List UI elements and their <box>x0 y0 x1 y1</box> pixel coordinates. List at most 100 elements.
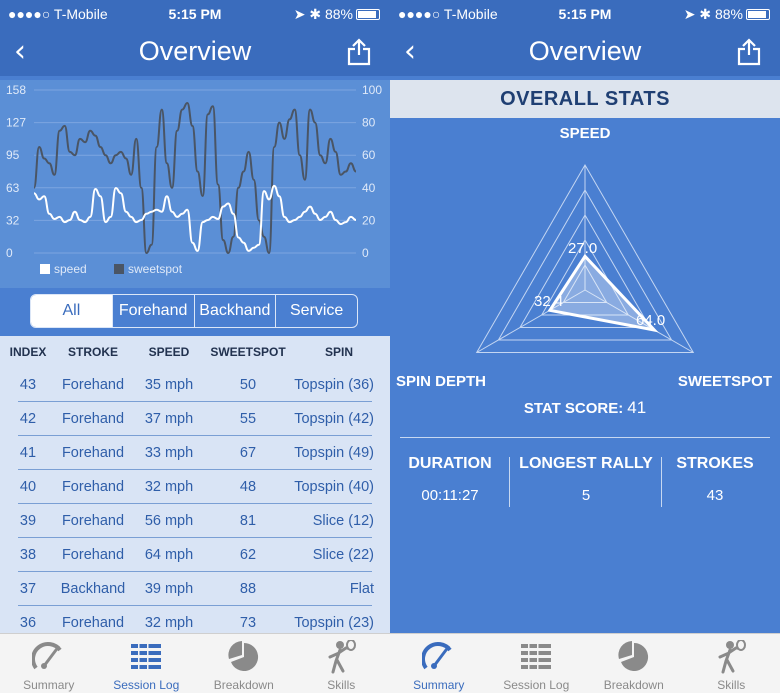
table-row[interactable]: 39 Forehand 56 mph 81 Slice (12) <box>0 504 390 538</box>
legend-swatch-speed <box>40 264 50 274</box>
battery-status: ➤ ✱ 88% <box>294 6 380 23</box>
tab-breakdown[interactable]: Breakdown <box>585 634 683 693</box>
cell-stroke: Forehand <box>61 411 125 427</box>
filter-service[interactable]: Service <box>276 295 357 327</box>
cell-sweetspot: 73 <box>239 615 257 631</box>
cell-speed: 64 mph <box>144 547 194 563</box>
cell-index: 41 <box>19 445 37 461</box>
column-header-index: INDEX <box>9 345 47 359</box>
filter-forehand[interactable]: Forehand <box>113 295 195 327</box>
cell-spin: Topspin (49) <box>294 445 374 461</box>
pie-chart-icon <box>195 640 293 674</box>
tab-label: Skills <box>327 678 356 692</box>
radar-value-spin-depth: 32.4 <box>534 293 564 310</box>
table-row[interactable]: 38 Forehand 64 mph 62 Slice (22) <box>0 538 390 572</box>
filter-all[interactable]: All <box>31 295 113 327</box>
cell-index: 36 <box>19 615 37 631</box>
column-header-stroke: STROKE <box>67 345 118 359</box>
y-left-tick: 32 <box>6 213 20 227</box>
tab-bar: Summary Session Log Breakdown Skills <box>0 633 390 693</box>
y-left-tick: 127 <box>6 116 26 130</box>
cell-sweetspot: 55 <box>239 411 257 427</box>
tab-label: Skills <box>717 678 746 692</box>
cell-speed: 32 mph <box>144 615 194 631</box>
filter-backhand[interactable]: Backhand <box>195 295 277 327</box>
tab-label: Session Log <box>503 678 570 692</box>
longest-rally-label: LONGEST RALLY <box>519 455 653 472</box>
nav-bar: ‹ Overview <box>390 28 780 76</box>
table-row[interactable]: 37 Backhand 39 mph 88 Flat <box>0 572 390 606</box>
tab-summary[interactable]: Summary <box>0 634 98 693</box>
y-right-tick: 80 <box>362 116 376 130</box>
session-log-screen: ●●●●○ T-Mobile 5:15 PM ➤ ✱ 88% ‹ Overvie… <box>0 0 390 693</box>
series-line-sweetspot <box>33 101 357 255</box>
y-right-tick: 60 <box>362 148 376 162</box>
cell-spin: Flat <box>349 581 374 597</box>
page-title: Overview <box>528 36 642 66</box>
table-row[interactable]: 40 Forehand 32 mph 48 Topspin (40) <box>0 470 390 504</box>
table-row[interactable]: 42 Forehand 37 mph 55 Topspin (42) <box>0 402 390 436</box>
tab-breakdown[interactable]: Breakdown <box>195 634 293 693</box>
cell-spin: Topspin (23) <box>294 615 374 631</box>
cell-speed: 39 mph <box>144 581 194 597</box>
strokes-label: STROKES <box>676 455 754 472</box>
table-row[interactable]: 36 Forehand 32 mph 73 Topspin (23) <box>0 606 390 633</box>
table-row[interactable]: 41 Forehand 33 mph 67 Topspin (49) <box>0 436 390 470</box>
session-summary: DURATION 00:11:27 LONGEST RALLY 5 STROKE… <box>390 455 780 515</box>
cell-stroke: Forehand <box>61 513 125 529</box>
series-line-speed <box>33 184 357 252</box>
cell-stroke: Backhand <box>60 581 126 597</box>
share-icon[interactable] <box>346 38 372 71</box>
share-icon[interactable] <box>736 38 762 71</box>
tab-session-log[interactable]: Session Log <box>488 634 586 693</box>
summary-screen: ●●●●○ T-Mobile 5:15 PM ➤ ✱ 88% ‹ Overvie… <box>390 0 780 693</box>
list-icon <box>488 640 586 674</box>
cell-index: 40 <box>19 479 37 495</box>
tab-label: Summary <box>23 678 75 692</box>
stat-score: STAT SCORE: 41 <box>390 398 780 418</box>
legend-label-sweetspot: sweetspot <box>128 262 183 276</box>
status-bar: ●●●●○ T-Mobile 5:15 PM ➤ ✱ 88% <box>0 0 390 28</box>
column-header-spin: SPIN <box>324 345 353 359</box>
duration-stat: DURATION 00:11:27 <box>390 455 510 515</box>
tab-skills[interactable]: Skills <box>683 634 780 693</box>
stat-score-value: 41 <box>627 398 647 417</box>
tab-bar: Summary Session Log Breakdown Skills <box>390 633 780 693</box>
cell-speed: 37 mph <box>144 411 194 427</box>
legend-swatch-sweetspot <box>114 264 124 274</box>
tab-summary[interactable]: Summary <box>390 634 488 693</box>
line-chart-svg: 158 100 127 80 95 60 63 40 32 20 0 0 speed sweetspot <box>6 83 382 276</box>
stat-score-label: STAT SCORE: <box>523 400 624 417</box>
pie-chart-icon <box>585 640 683 674</box>
tab-label: Summary <box>413 678 465 692</box>
y-left-tick: 95 <box>6 148 20 162</box>
cell-index: 39 <box>19 513 37 529</box>
y-right-tick: 0 <box>362 246 369 260</box>
cell-spin: Topspin (36) <box>294 377 374 393</box>
cell-index: 42 <box>19 411 37 427</box>
stroke-table: INDEX STROKE SPEED SWEETSPOT SPIN 43 Forehand… <box>0 336 390 633</box>
tab-session-log[interactable]: Session Log <box>98 634 196 693</box>
stroke-filter: All Forehand Backhand Service <box>30 294 358 328</box>
longest-rally-stat: LONGEST RALLY 5 <box>510 455 662 515</box>
cell-stroke: Forehand <box>61 479 125 495</box>
tab-skills[interactable]: Skills <box>293 634 391 693</box>
strokes-value: 43 <box>706 487 724 504</box>
cell-stroke: Forehand <box>61 377 125 393</box>
status-bar: ●●●●○ T-Mobile 5:15 PM ➤ ✱ 88% <box>390 0 780 28</box>
cell-spin: Topspin (42) <box>294 411 374 427</box>
cell-speed: 35 mph <box>144 377 194 393</box>
cell-sweetspot: 67 <box>239 445 257 461</box>
cell-speed: 33 mph <box>144 445 194 461</box>
radar-value-sweetspot: 64.0 <box>636 312 666 329</box>
table-row[interactable]: 43 Forehand 35 mph 50 Topspin (36) <box>0 368 390 402</box>
y-left-tick: 0 <box>6 246 13 260</box>
nav-bar: ‹ Overview <box>0 28 390 76</box>
cell-stroke: Forehand <box>61 445 125 461</box>
radar-axis-spin-depth: SPIN DEPTH <box>396 373 487 390</box>
legend-label-speed: speed <box>54 262 87 276</box>
list-icon <box>98 640 196 674</box>
duration-value: 00:11:27 <box>421 487 479 504</box>
y-left-tick: 63 <box>6 181 20 195</box>
tab-label: Session Log <box>113 678 180 692</box>
